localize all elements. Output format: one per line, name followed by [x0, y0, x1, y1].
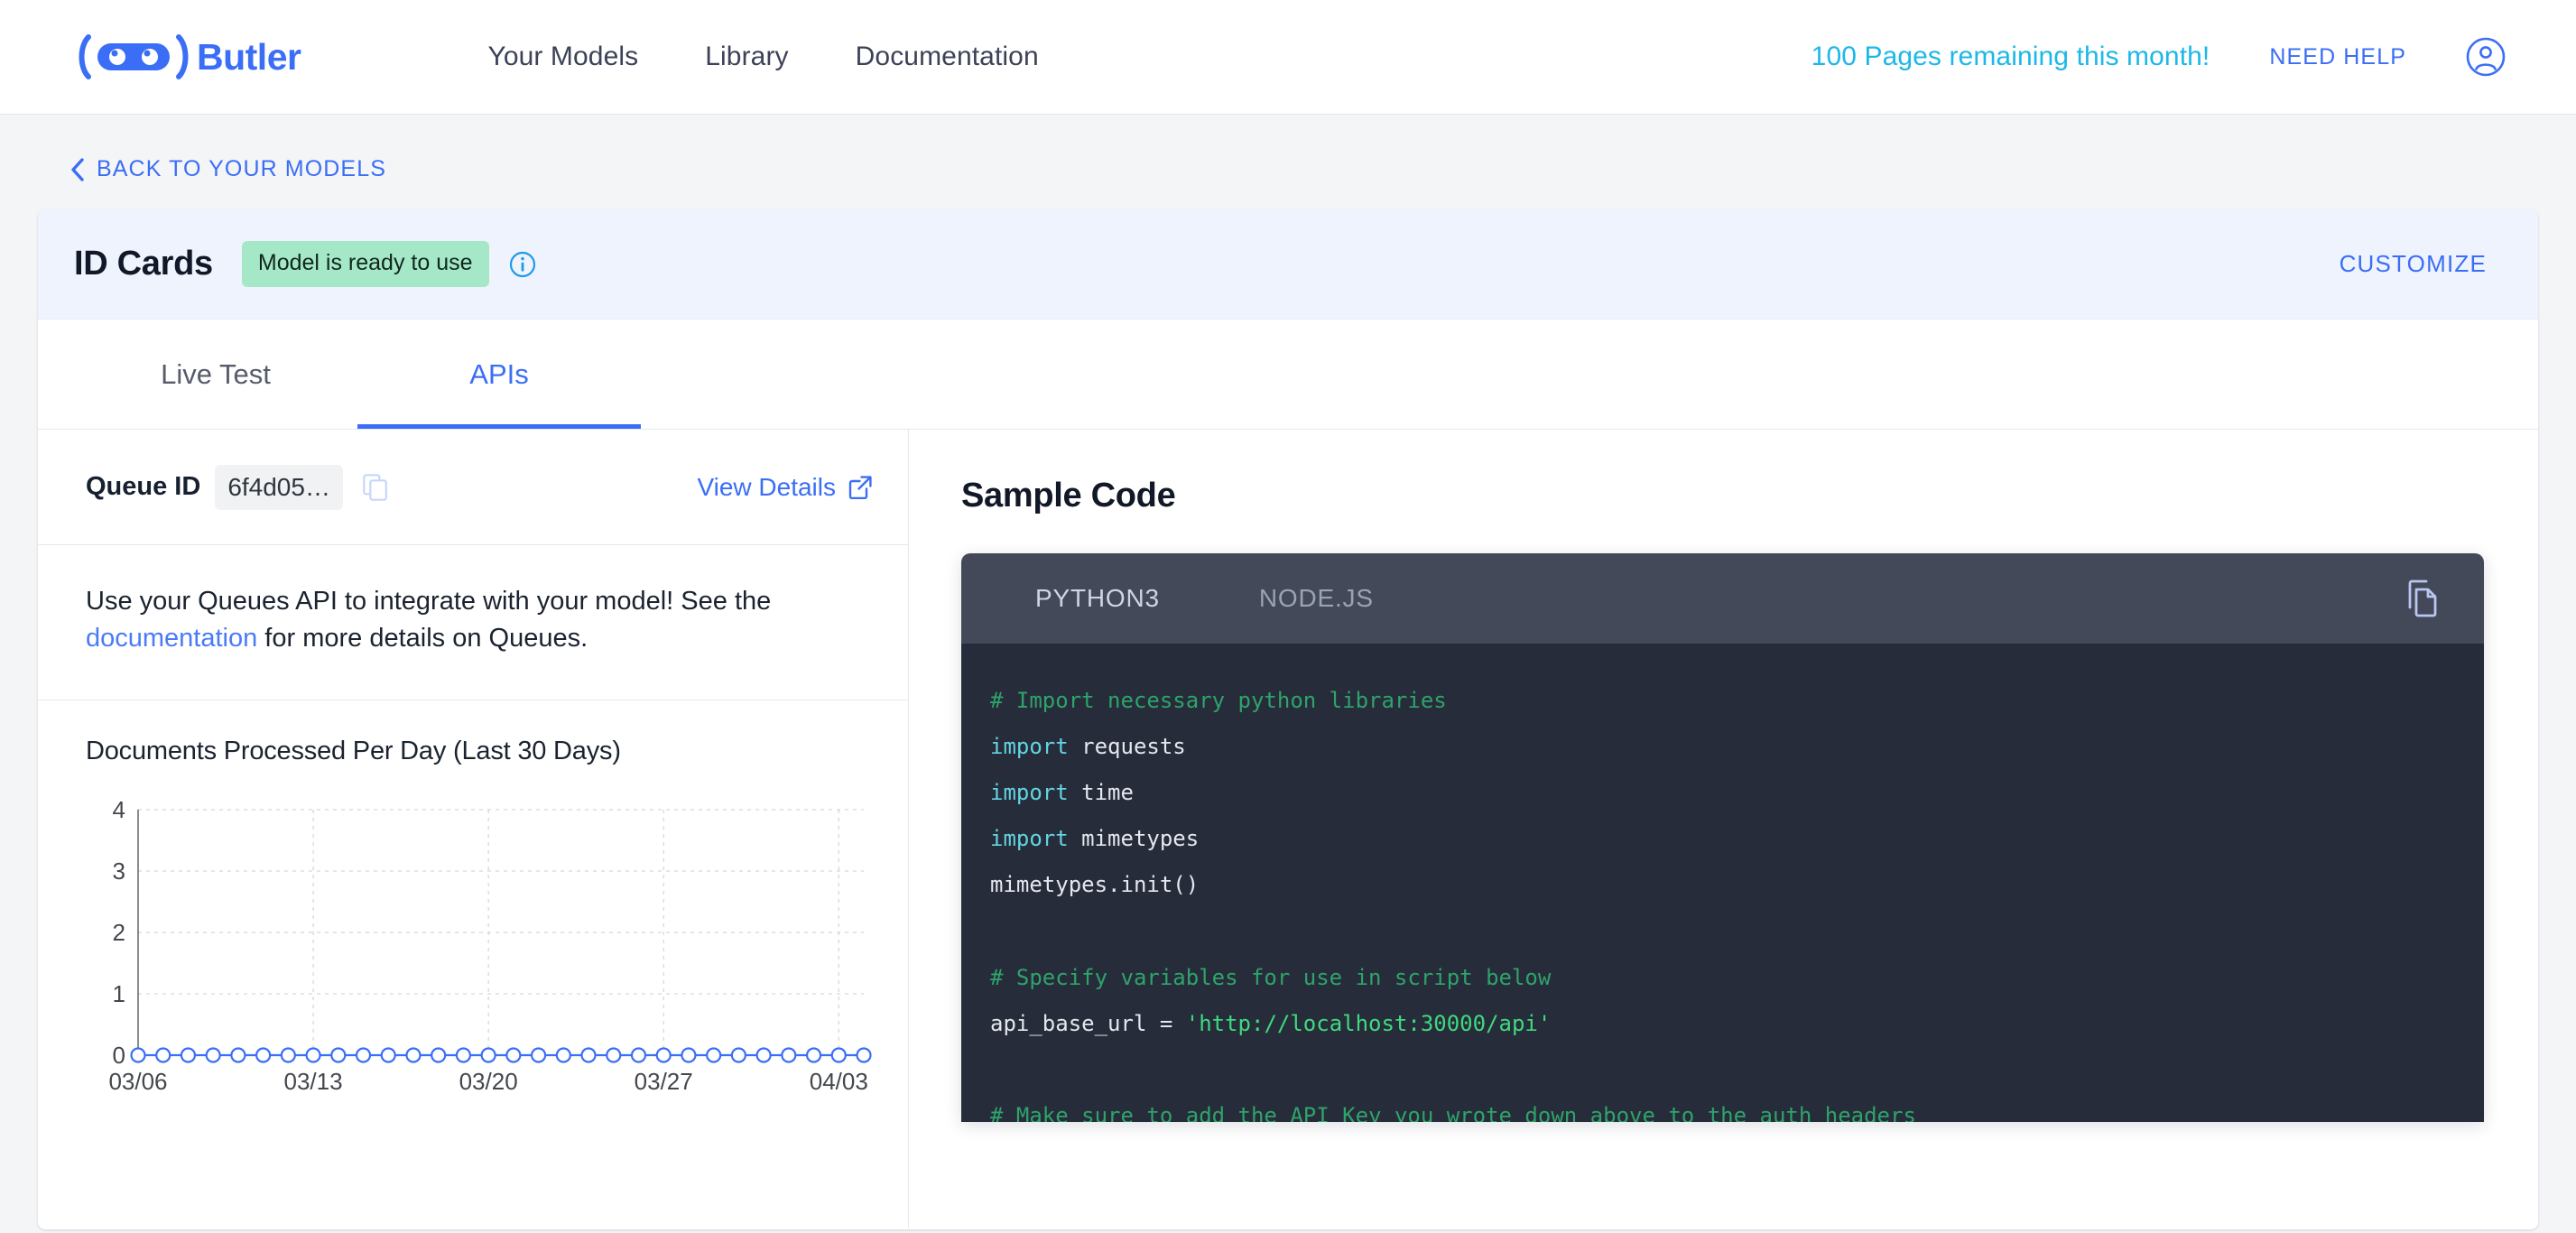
- svg-text:1: 1: [113, 980, 125, 1007]
- tab-live-test[interactable]: Live Test: [74, 320, 357, 429]
- brand-logo[interactable]: Butler: [76, 33, 301, 80]
- model-detail-card: ID Cards Model is ready to use CUSTOMIZE…: [38, 209, 2538, 1229]
- documents-processed-chart[interactable]: 0 1 2 3 4 03/06 03/13 03/20 03/27 04/03: [86, 796, 880, 1099]
- view-details-label: View Details: [697, 472, 836, 501]
- need-help-button[interactable]: NEED HELP: [2269, 44, 2406, 70]
- butler-robot-icon: [79, 34, 189, 79]
- card-header: ID Cards Model is ready to use CUSTOMIZE: [38, 209, 2538, 320]
- svg-text:03/20: 03/20: [459, 1068, 518, 1095]
- sample-code-panel: PYTHON3 NODE.JS # Import necessary pytho…: [961, 553, 2484, 1122]
- brand-name: Butler: [197, 35, 301, 78]
- queue-id-label: Queue ID: [86, 472, 201, 501]
- copy-code-icon[interactable]: [2401, 579, 2437, 617]
- page-body: BACK TO YOUR MODELS ID Cards Model is re…: [0, 156, 2576, 1229]
- sample-code-heading: Sample Code: [961, 477, 1176, 515]
- status-badge: Model is ready to use: [241, 241, 489, 287]
- nav-link-your-models[interactable]: Your Models: [487, 42, 638, 72]
- back-link-label: BACK TO YOUR MODELS: [97, 156, 386, 181]
- svg-text:4: 4: [113, 801, 125, 823]
- account-avatar-icon[interactable]: [2466, 37, 2506, 77]
- code-tab-python3[interactable]: PYTHON3: [1035, 584, 1160, 613]
- svg-text:2: 2: [113, 919, 125, 946]
- nav-right-group: 100 Pages remaining this month! NEED HEL…: [1812, 37, 2506, 77]
- code-language-tabs: PYTHON3 NODE.JS: [961, 553, 2484, 644]
- code-tab-nodejs[interactable]: NODE.JS: [1259, 584, 1374, 613]
- documentation-link[interactable]: documentation: [86, 624, 257, 653]
- external-link-icon: [848, 475, 872, 499]
- description-text-after: for more details on Queues.: [257, 624, 588, 654]
- view-details-link[interactable]: View Details: [697, 473, 872, 502]
- chart-block: Documents Processed Per Day (Last 30 Day…: [38, 700, 908, 1099]
- queue-id-value: 6f4d05…: [215, 464, 343, 510]
- right-pane: Sample Code PYTHON3 NODE.JS # Import nec…: [909, 430, 2538, 1228]
- nav-link-library[interactable]: Library: [705, 42, 788, 72]
- svg-text:0: 0: [113, 1042, 125, 1069]
- description-text-before: Use your Queues API to integrate with yo…: [86, 587, 772, 616]
- chevron-left-icon: [71, 157, 84, 181]
- queue-id-row: Queue ID 6f4d05… View Details: [38, 430, 908, 545]
- svg-text:04/03: 04/03: [810, 1068, 868, 1095]
- card-content: Queue ID 6f4d05… View Details Use your Q…: [38, 430, 2538, 1228]
- pages-remaining-label[interactable]: 100 Pages remaining this month!: [1812, 42, 2210, 72]
- back-to-your-models-link[interactable]: BACK TO YOUR MODELS: [70, 156, 386, 182]
- info-icon[interactable]: [509, 251, 536, 278]
- sample-code-content[interactable]: # Import necessary python libraries impo…: [961, 644, 2484, 1122]
- primary-nav-links: Your Models Library Documentation: [487, 42, 1038, 72]
- chart-svg: 0 1 2 3 4 03/06 03/13 03/20 03/27 04/03: [108, 796, 872, 1095]
- nav-link-documentation[interactable]: Documentation: [856, 42, 1039, 72]
- svg-text:3: 3: [113, 858, 125, 885]
- customize-button[interactable]: CUSTOMIZE: [2340, 250, 2487, 278]
- svg-text:03/27: 03/27: [635, 1068, 693, 1095]
- card-tabs: Live Test APIs: [38, 320, 2538, 430]
- chart-title: Documents Processed Per Day (Last 30 Day…: [86, 736, 621, 765]
- queues-api-description: Use your Queues API to integrate with yo…: [38, 545, 908, 700]
- tab-apis[interactable]: APIs: [357, 320, 641, 429]
- svg-text:03/13: 03/13: [284, 1068, 343, 1095]
- page-title: ID Cards: [74, 245, 213, 283]
- top-navigation-bar: Butler Your Models Library Documentation…: [0, 0, 2576, 115]
- svg-text:03/06: 03/06: [108, 1068, 167, 1095]
- left-pane: Queue ID 6f4d05… View Details Use your Q…: [38, 430, 909, 1228]
- copy-icon[interactable]: [363, 473, 388, 501]
